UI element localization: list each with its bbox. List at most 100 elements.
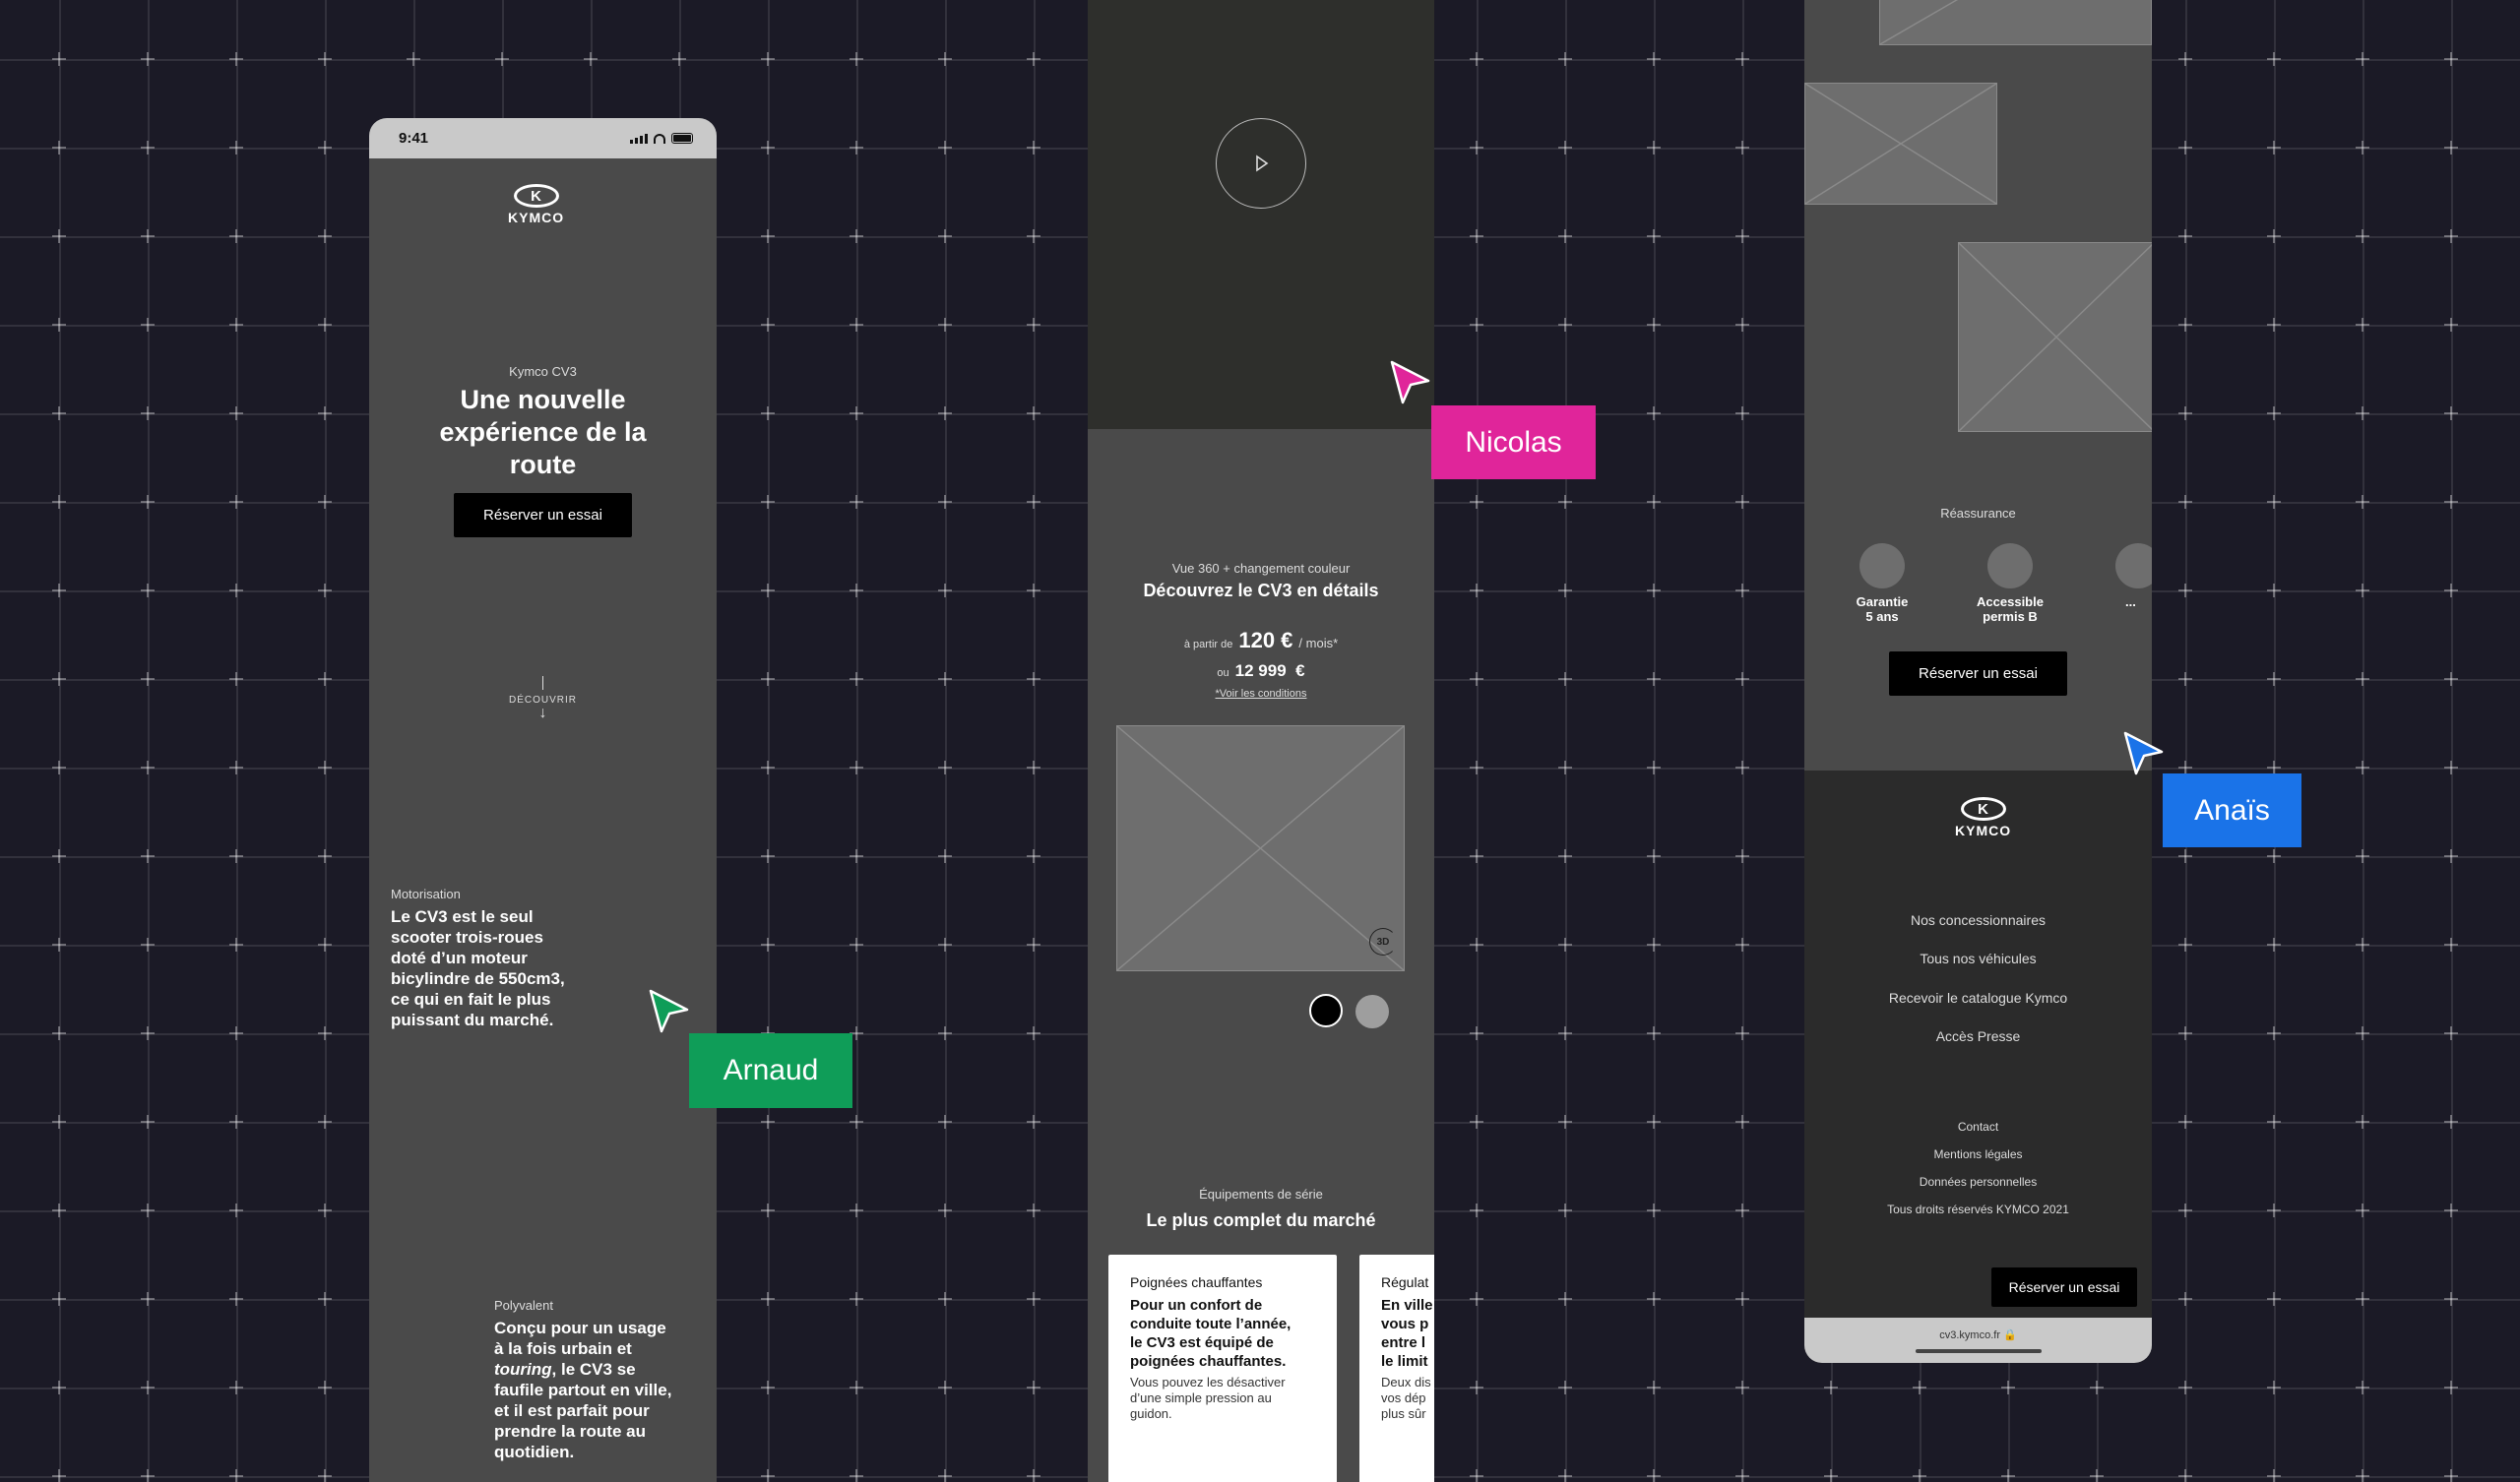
grid-cross-marker — [1647, 1115, 1661, 1129]
grid-cross-marker — [1470, 672, 1483, 686]
grid-cross-marker — [1027, 52, 1040, 66]
kymco-logo-text: KYMCO — [508, 210, 565, 225]
grid-cross-marker — [1647, 1204, 1661, 1217]
color-swatch-grey[interactable] — [1355, 995, 1389, 1028]
grid-cross-marker — [229, 1292, 243, 1306]
grid-cross-marker — [2356, 141, 2369, 154]
grid-cross-marker — [318, 141, 332, 154]
grid-cross-marker — [2178, 141, 2192, 154]
grid-cross-marker — [1470, 1204, 1483, 1217]
card-body-line: vos dép — [1381, 1390, 1426, 1405]
grid-cross-marker — [1558, 672, 1572, 686]
kymco-logo[interactable]: K KYMCO — [1955, 797, 2011, 838]
card-body-line: Vous pouvez les désactiver — [1130, 1375, 1286, 1389]
grid-cross-marker — [938, 229, 952, 243]
hero-title: Une nouvelle expérience de la route — [369, 384, 717, 481]
footer-link-vehicles[interactable]: Tous nos véhicules — [1804, 951, 2152, 966]
grid-cross-marker — [1558, 938, 1572, 952]
reassurance-label: permis B — [1983, 609, 2038, 624]
play-button[interactable] — [1216, 118, 1306, 209]
footer-section: K KYMCO Nos concessionnaires Tous nos vé… — [1804, 771, 2152, 1318]
price-prefix: à partir de — [1183, 639, 1233, 650]
grid-cross-marker — [52, 141, 66, 154]
status-bar: 9:41 — [369, 118, 717, 158]
grid-cross-marker — [850, 1292, 863, 1306]
status-icons — [630, 133, 693, 144]
grid-cross-marker — [1647, 52, 1661, 66]
conditions-link[interactable]: *Voir les conditions — [1088, 688, 1434, 700]
grid-cross-marker — [2444, 52, 2458, 66]
footer-link-legal[interactable]: Mentions légales — [1804, 1147, 2152, 1161]
grid-cross-marker — [1558, 1469, 1572, 1482]
grid-cross-marker — [938, 52, 952, 66]
grid-cross-marker — [2267, 1381, 2281, 1394]
grid-cross-marker — [229, 849, 243, 863]
grid-cross-marker — [318, 1026, 332, 1040]
more-icon — [2115, 543, 2152, 588]
section-motor-line: doté d’un moteur — [391, 949, 528, 967]
footer-link-contact[interactable]: Contact — [1804, 1120, 2152, 1134]
grid-cross-marker — [52, 938, 66, 952]
grid-cross-marker — [2267, 141, 2281, 154]
kymco-logo[interactable]: K KYMCO — [508, 184, 564, 225]
grid-cross-marker — [1558, 229, 1572, 243]
section-motor-line: bicylindre de 550cm3, — [391, 969, 565, 988]
grid-cross-marker — [141, 1469, 155, 1482]
grid-cross-marker — [318, 52, 332, 66]
grid-cross-marker — [1647, 938, 1661, 952]
grid-cross-marker — [1558, 1026, 1572, 1040]
footer-link-dealers[interactable]: Nos concessionnaires — [1804, 912, 2152, 928]
grid-cross-marker — [318, 938, 332, 952]
grid-cross-marker — [2090, 1469, 2104, 1482]
grid-cross-marker — [141, 1204, 155, 1217]
footer-link-privacy[interactable]: Données personnelles — [1804, 1175, 2152, 1189]
grid-cross-marker — [2356, 406, 2369, 420]
grid-cross-marker — [1735, 318, 1749, 332]
grid-cross-marker — [52, 1381, 66, 1394]
grid-cross-marker — [1558, 584, 1572, 597]
vehicle-360-viewer[interactable]: 3D — [1116, 725, 1405, 971]
grid-cross-marker — [1735, 1026, 1749, 1040]
home-indicator — [1915, 1348, 2042, 1353]
reassurance-book-test-button[interactable]: Réserver un essai — [1889, 651, 2067, 696]
section-versatile-line: Conçu pour un usage — [494, 1319, 666, 1337]
grid-cross-marker — [1470, 1292, 1483, 1306]
footer-link-catalogue[interactable]: Recevoir le catalogue Kymco — [1804, 990, 2152, 1006]
grid-cross-marker — [1735, 938, 1749, 952]
equipment-card-heated-grips[interactable]: Poignées chauffantes Pour un confort de … — [1108, 1255, 1337, 1482]
sticky-book-test-button[interactable]: Réserver un essai — [1991, 1267, 2137, 1307]
reassurance-title: Réassurance — [1940, 506, 2016, 521]
footer-copyright: Tous droits réservés KYMCO 2021 — [1887, 1203, 2069, 1216]
grid-cross-marker — [52, 318, 66, 332]
grid-cross-marker — [141, 584, 155, 597]
url-bar[interactable]: cv3.kymco.fr 🔒 — [1939, 1328, 2017, 1341]
grid-cross-marker — [2267, 672, 2281, 686]
price-total: 12 999 € — [1234, 661, 1305, 680]
grid-cross-marker — [2444, 672, 2458, 686]
wifi-icon — [654, 133, 665, 144]
equipment-eyebrow: Équipements de série — [1199, 1187, 1323, 1202]
color-swatch-black[interactable] — [1309, 994, 1343, 1027]
grid-cross-marker — [141, 1381, 155, 1394]
grid-cross-marker — [1470, 229, 1483, 243]
grid-cross-marker — [141, 672, 155, 686]
grid-cross-marker — [761, 672, 775, 686]
footer-link-press[interactable]: Accès Presse — [1804, 1028, 2152, 1044]
grid-cross-marker — [229, 938, 243, 952]
grid-cross-marker — [1470, 584, 1483, 597]
hero-book-test-button[interactable]: Réserver un essai — [454, 493, 632, 537]
grid-cross-marker — [2356, 1381, 2369, 1394]
rotate-3d-icon[interactable]: 3D — [1369, 928, 1397, 956]
grid-cross-marker — [1735, 141, 1749, 154]
section-versatile-line: touring, le CV3 se — [494, 1359, 671, 1380]
scroll-indicator[interactable]: DÉCOUVRIR ↓ — [369, 676, 717, 721]
grid-cross-marker — [2001, 1469, 2015, 1482]
grid-cross-marker — [141, 318, 155, 332]
cursor-arnaud-icon — [649, 989, 689, 1033]
grid-cross-marker — [2356, 938, 2369, 952]
hero-title-line: expérience de la — [439, 417, 647, 447]
equipment-card-cruise-control[interactable]: Régulat En ville vous p entre l le limit… — [1359, 1255, 1434, 1482]
grid-cross-marker — [141, 52, 155, 66]
grid-cross-marker — [1027, 761, 1040, 774]
grid-cross-marker — [318, 406, 332, 420]
